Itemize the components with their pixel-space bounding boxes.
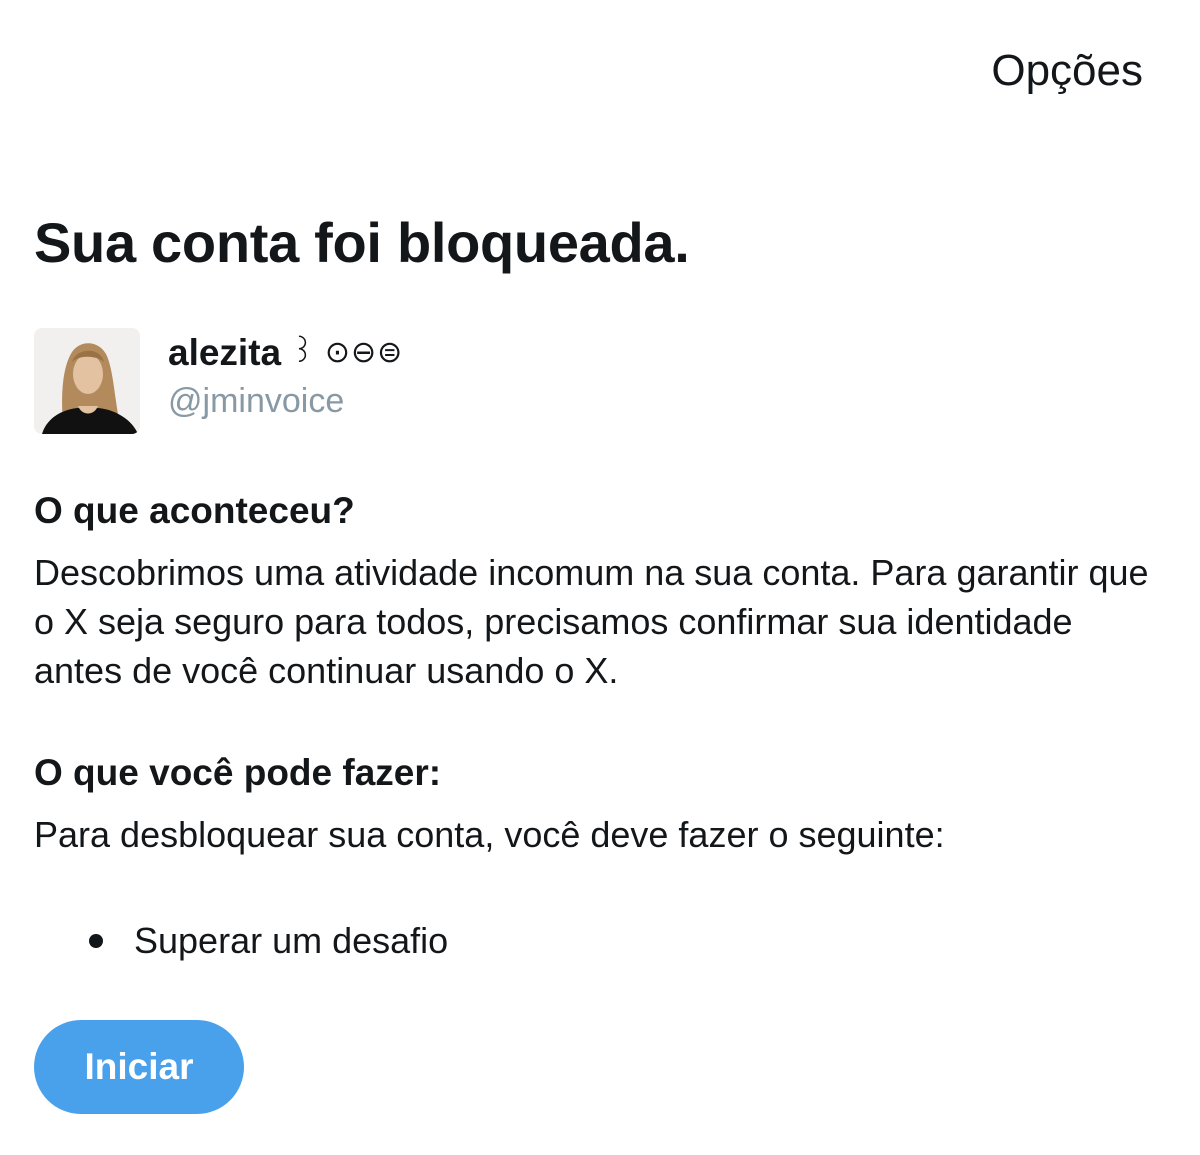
bullet-icon <box>89 934 103 948</box>
list-item: Superar um desafio <box>0 916 448 966</box>
what-you-can-do-text: Para desbloquear sua conta, você deve fa… <box>34 814 945 855</box>
what-happened-heading: O que aconteceu? <box>34 490 355 531</box>
page-title: Sua conta foi bloqueada. <box>34 211 690 274</box>
what-you-can-do-heading: O que você pode fazer: <box>34 752 442 793</box>
avatar <box>34 328 140 434</box>
user-handle: @jminvoice <box>168 382 345 420</box>
what-happened-text: Descobrimos uma atividade incomum na sua… <box>34 552 1149 691</box>
display-name-symbols: ꒱ ⊙⊖⊜ <box>291 336 404 369</box>
account-profile: alezita ꒱ ⊙⊖⊜ @jminvoice <box>34 328 403 434</box>
start-button[interactable]: Iniciar <box>34 1020 244 1114</box>
steps-list: Superar um desafio <box>0 916 448 966</box>
step-label: Superar um desafio <box>134 920 449 961</box>
display-name: alezita <box>168 332 282 373</box>
options-button[interactable]: Opções <box>991 46 1143 96</box>
